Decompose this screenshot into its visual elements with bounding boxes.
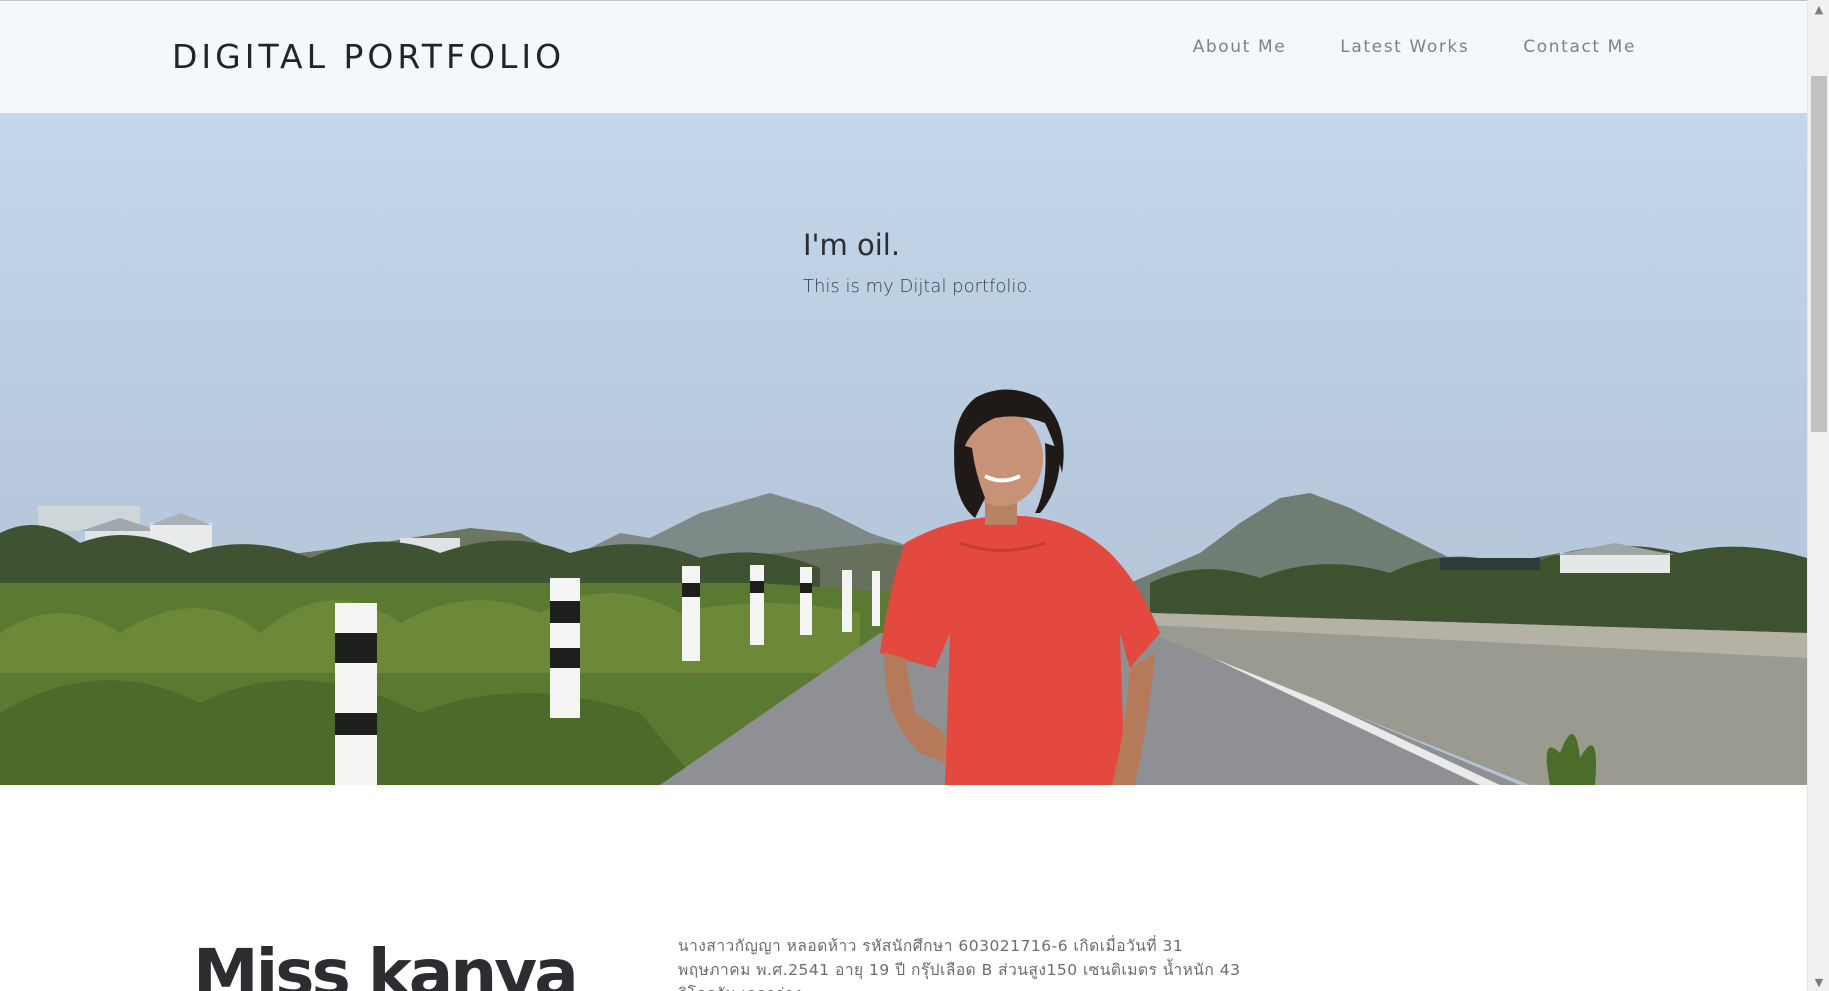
nav-latest-works[interactable]: Latest Works	[1340, 37, 1469, 57]
scroll-down-arrow-icon[interactable]: ▼	[1808, 973, 1829, 991]
hero-text: I'm oil. This is my Dijtal portfolio.	[803, 228, 1033, 297]
hero-subtitle: This is my Dijtal portfolio.	[803, 276, 1033, 297]
hero-photo	[0, 389, 1807, 785]
site-brand[interactable]: DIGITAL PORTFOLIO	[172, 37, 565, 76]
scrollbar-thumb[interactable]	[1811, 76, 1827, 432]
about-name-heading: Miss kanya	[193, 935, 579, 991]
hero-section: I'm oil. This is my Dijtal portfolio.	[0, 113, 1807, 785]
vertical-scrollbar[interactable]: ▲ ▼	[1807, 0, 1829, 991]
nav-contact-me[interactable]: Contact Me	[1523, 37, 1636, 57]
about-bio-text: นางสาวกัญญา หลอดห้าว รหัสนักศึกษา 603021…	[678, 937, 1241, 991]
site-header: DIGITAL PORTFOLIO About Me Latest Works …	[0, 0, 1807, 113]
main-nav: About Me Latest Works Contact Me	[1193, 37, 1636, 57]
nav-about-me[interactable]: About Me	[1193, 37, 1287, 57]
about-section: Miss kanya นางสาวกัญญา หลอดห้าว รหัสนักศ…	[0, 785, 1807, 991]
hero-title: I'm oil.	[803, 228, 901, 262]
person-figure	[880, 389, 1160, 785]
scroll-up-arrow-icon[interactable]: ▲	[1808, 0, 1829, 18]
page: DIGITAL PORTFOLIO About Me Latest Works …	[0, 0, 1807, 991]
